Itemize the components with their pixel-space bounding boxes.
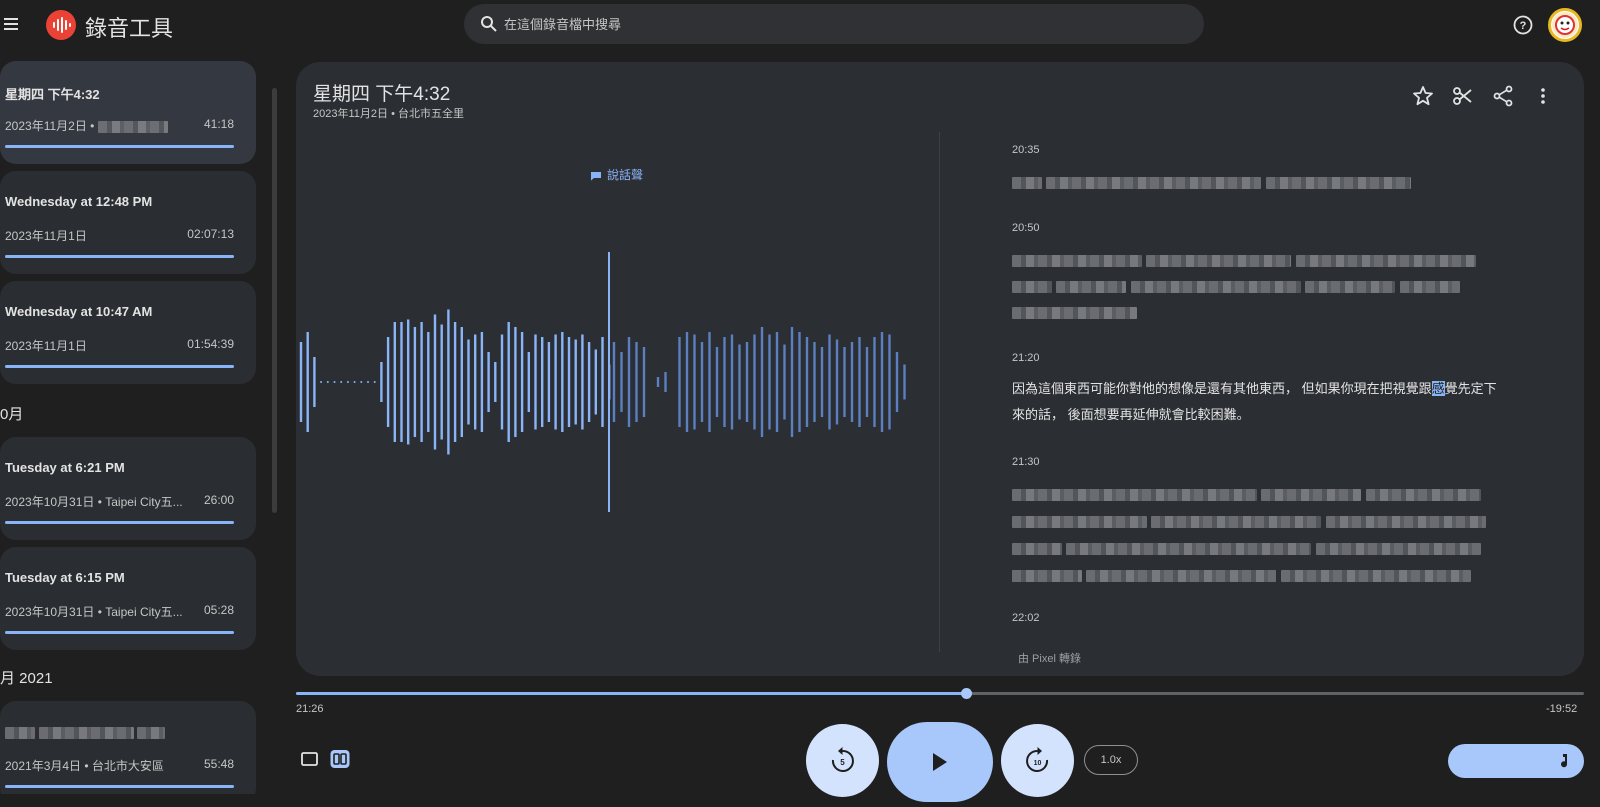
recording-card[interactable]: Tuesday at 6:21 PM 2023年10月31日 • Taipei … bbox=[0, 437, 256, 540]
playback-progress-track[interactable] bbox=[296, 688, 1584, 699]
recording-duration: 05:28 bbox=[203, 603, 234, 617]
speaker-icon bbox=[591, 171, 601, 181]
recordings-sidebar: 星期四 下午4:32 2023年11月2日 • 41:18 Wednesday … bbox=[0, 50, 270, 794]
recording-card[interactable]: 2021年3月4日 • 台北市大安區 55:48 bbox=[0, 701, 256, 794]
recording-progress-bar bbox=[5, 255, 234, 258]
recording-card[interactable]: Wednesday at 10:47 AM 2023年11月1日 01:54:3… bbox=[0, 281, 256, 384]
recording-title bbox=[5, 724, 166, 739]
star-icon[interactable] bbox=[1411, 84, 1435, 108]
playback-progress-fill bbox=[296, 692, 966, 695]
split-view-icon[interactable] bbox=[329, 748, 351, 770]
transcript-timestamp[interactable]: 20:50 bbox=[1012, 222, 1040, 234]
playback-speed-button[interactable]: 1.0x bbox=[1084, 745, 1138, 775]
search-icon bbox=[480, 15, 498, 33]
transcript-redacted bbox=[1012, 252, 1476, 267]
recording-progress-bar bbox=[5, 631, 234, 634]
scissors-icon[interactable] bbox=[1451, 84, 1475, 108]
transcribed-by-note: 由 Pixel 轉錄 bbox=[1018, 653, 1081, 665]
recording-subtitle: 2023年11月2日 • 台北市五全里 bbox=[313, 108, 464, 120]
svg-text:?: ? bbox=[1520, 20, 1527, 32]
svg-text:10: 10 bbox=[1034, 760, 1042, 767]
recording-duration: 26:00 bbox=[203, 493, 234, 507]
transcript-redacted bbox=[1012, 278, 1460, 293]
recording-title: 星期四 下午4:32 bbox=[313, 84, 451, 105]
replay-icon: 5 bbox=[831, 747, 854, 772]
recording-meta: 2023年11月2日 • bbox=[5, 117, 168, 134]
recording-detail-panel: 星期四 下午4:32 2023年11月2日 • 台北市五全里 說話聲 20:35… bbox=[296, 62, 1584, 676]
forward-button[interactable]: 10 bbox=[1001, 724, 1074, 797]
play-button[interactable] bbox=[887, 722, 993, 802]
recording-progress-bar bbox=[5, 521, 234, 524]
share-icon[interactable] bbox=[1491, 84, 1515, 108]
rewind-button[interactable]: 5 bbox=[806, 724, 879, 797]
more-vert-icon[interactable] bbox=[1531, 84, 1555, 108]
recording-progress-bar bbox=[5, 785, 234, 788]
recording-title: Tuesday at 6:15 PM bbox=[5, 570, 125, 585]
transcript-text[interactable]: 因為這個東西可能你對他的想像是還有其他東西， 但如果你現在把視覺跟感覺先定下來的… bbox=[1012, 376, 1502, 428]
sidebar-scrollbar[interactable] bbox=[272, 88, 277, 513]
panel-divider bbox=[939, 132, 940, 652]
recording-title: Wednesday at 10:47 AM bbox=[5, 304, 153, 319]
recording-meta: 2023年10月31日 • Taipei City五... bbox=[5, 605, 183, 619]
music-button[interactable] bbox=[1448, 744, 1584, 778]
menu-icon[interactable] bbox=[2, 14, 22, 34]
playback-progress-thumb[interactable] bbox=[960, 688, 972, 699]
recording-meta: 2023年11月1日 bbox=[5, 229, 87, 243]
transcript-timestamp[interactable]: 22:02 bbox=[1012, 612, 1040, 624]
transcript-redacted bbox=[1012, 304, 1137, 319]
recording-card[interactable]: Tuesday at 6:15 PM 2023年10月31日 • Taipei … bbox=[0, 547, 256, 650]
recording-title: Tuesday at 6:21 PM bbox=[5, 460, 125, 475]
search-bar[interactable] bbox=[464, 4, 1204, 44]
forward-icon: 10 bbox=[1026, 747, 1049, 772]
section-label: 月 2021 bbox=[0, 670, 53, 687]
avatar[interactable] bbox=[1548, 8, 1582, 42]
transcript-redacted bbox=[1012, 174, 1411, 189]
transcript-redacted bbox=[1012, 513, 1486, 528]
recording-progress-bar bbox=[5, 365, 234, 368]
transcript-redacted bbox=[1012, 567, 1471, 582]
svg-text:5: 5 bbox=[840, 758, 845, 767]
recording-progress-bar bbox=[5, 145, 234, 148]
play-icon bbox=[933, 753, 947, 771]
recording-duration: 41:18 bbox=[203, 117, 234, 131]
transcript-current-word: 感 bbox=[1431, 381, 1445, 396]
recording-card[interactable]: Wednesday at 12:48 PM 2023年11月1日 02:07:1… bbox=[0, 171, 256, 274]
recording-title: 星期四 下午4:32 bbox=[5, 87, 100, 102]
recording-card[interactable]: 星期四 下午4:32 2023年11月2日 • 41:18 bbox=[0, 61, 256, 164]
transcript-timestamp[interactable]: 21:30 bbox=[1012, 456, 1040, 468]
recording-meta: 2021年3月4日 • 台北市大安區 bbox=[5, 759, 164, 773]
transcript-redacted bbox=[1012, 540, 1481, 555]
app-title: 錄音工具 bbox=[85, 16, 174, 41]
transcript-timestamp[interactable]: 21:20 bbox=[1012, 352, 1040, 364]
single-view-icon[interactable] bbox=[299, 748, 321, 770]
recording-duration: 02:07:13 bbox=[187, 227, 234, 241]
transcript-timestamp[interactable]: 20:35 bbox=[1012, 144, 1040, 156]
search-input[interactable] bbox=[504, 4, 1184, 44]
recording-title: Wednesday at 12:48 PM bbox=[5, 194, 153, 209]
elapsed-time: 21:26 bbox=[296, 703, 324, 715]
recording-duration: 01:54:39 bbox=[187, 337, 234, 351]
speaker-label: 說話聲 bbox=[590, 166, 643, 183]
transcript-redacted bbox=[1012, 486, 1481, 501]
waveform[interactable] bbox=[296, 252, 936, 542]
recording-meta: 2023年10月31日 • Taipei City五... bbox=[5, 495, 183, 509]
help-icon[interactable]: ? bbox=[1512, 14, 1534, 36]
recorder-logo-icon bbox=[46, 10, 76, 40]
recording-duration: 55:48 bbox=[203, 757, 234, 771]
top-bar: 錄音工具 ? bbox=[0, 0, 1600, 50]
music-note-icon bbox=[1561, 754, 1568, 768]
recording-meta: 2023年11月1日 bbox=[5, 339, 87, 353]
remaining-time: -19:52 bbox=[1546, 703, 1578, 715]
section-label: 0月 bbox=[0, 406, 24, 423]
